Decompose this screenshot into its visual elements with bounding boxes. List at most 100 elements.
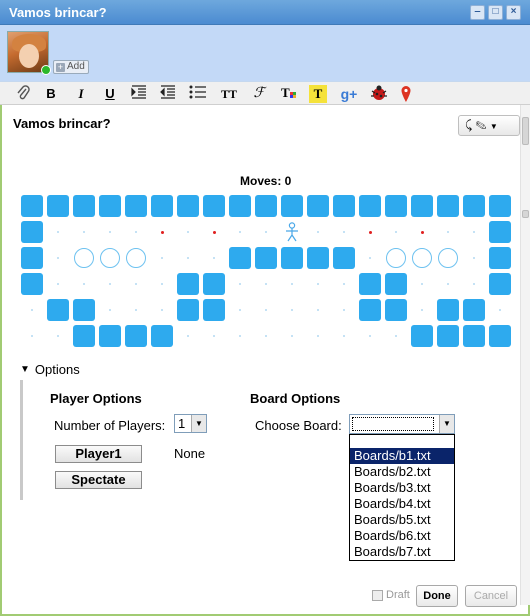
board-cell-wall bbox=[359, 299, 381, 321]
board-cell-wall bbox=[47, 195, 69, 217]
board-cell-empty bbox=[47, 273, 69, 295]
board-cell-empty bbox=[203, 247, 225, 269]
player1-button[interactable]: Player1 bbox=[55, 445, 142, 463]
triangle-down-icon: ▼ bbox=[20, 364, 30, 375]
board-options-title: Board Options bbox=[250, 391, 341, 406]
window-title: Vamos brincar? bbox=[9, 5, 107, 20]
font-icon[interactable]: ℱ bbox=[249, 85, 269, 103]
google-plus-icon[interactable]: g+ bbox=[339, 85, 359, 103]
board-cell-empty bbox=[203, 325, 225, 347]
outdent-icon[interactable] bbox=[158, 85, 178, 103]
board-cell-wall bbox=[73, 195, 95, 217]
board-cell-empty bbox=[281, 273, 303, 295]
board-cell-wall bbox=[99, 325, 121, 347]
board-cell-wall bbox=[151, 195, 173, 217]
chevron-down-icon[interactable]: ▼ bbox=[191, 415, 206, 432]
maximize-icon[interactable]: □ bbox=[488, 5, 503, 20]
attach-icon[interactable] bbox=[13, 85, 33, 103]
add-participant-button[interactable]: + Add bbox=[53, 60, 89, 74]
board-cell-wall bbox=[73, 325, 95, 347]
board-cell-wall bbox=[125, 325, 147, 347]
board-cell-empty bbox=[359, 325, 381, 347]
board-cell-wall bbox=[21, 247, 43, 269]
draft-checkbox[interactable] bbox=[372, 589, 383, 601]
spectate-button[interactable]: Spectate bbox=[55, 471, 142, 489]
player-options-title: Player Options bbox=[50, 391, 142, 406]
board-cell-wall bbox=[307, 247, 329, 269]
board-cell-ring bbox=[437, 247, 459, 269]
bullet-list-icon[interactable] bbox=[188, 85, 208, 103]
board-cell-wall bbox=[385, 299, 407, 321]
board-cell-empty bbox=[307, 221, 329, 243]
board-option[interactable]: Boards/b2.txt bbox=[350, 464, 454, 480]
board-cell-empty bbox=[255, 325, 277, 347]
underline-icon[interactable]: U bbox=[100, 85, 120, 103]
draft-toggle[interactable]: Draft bbox=[372, 589, 410, 601]
board-cell-wall bbox=[255, 247, 277, 269]
board-cell-empty bbox=[255, 221, 277, 243]
bug-icon[interactable] bbox=[369, 85, 389, 103]
board-cell-wall bbox=[359, 273, 381, 295]
board-cell-empty bbox=[307, 273, 329, 295]
board-cell-empty bbox=[73, 273, 95, 295]
svg-text:T: T bbox=[281, 85, 290, 100]
reply-icon: ⤹ bbox=[465, 118, 473, 132]
board-cell-empty bbox=[437, 273, 459, 295]
indent-icon[interactable] bbox=[129, 85, 149, 103]
player-figure-icon bbox=[281, 221, 303, 243]
text-size-icon[interactable]: TT bbox=[219, 85, 239, 103]
close-icon[interactable]: × bbox=[506, 5, 521, 20]
board-cell-empty bbox=[463, 273, 485, 295]
scrollbar-marker[interactable] bbox=[522, 210, 529, 218]
board-cell-empty bbox=[333, 299, 355, 321]
chevron-down-icon: ▼ bbox=[489, 122, 498, 131]
chevron-down-icon[interactable]: ▼ bbox=[439, 415, 454, 433]
board-cell-ring bbox=[411, 247, 433, 269]
board-cell-empty bbox=[229, 299, 251, 321]
board-select[interactable]: ▼ bbox=[349, 414, 455, 434]
scrollbar[interactable] bbox=[520, 105, 530, 605]
board-cell-wall bbox=[47, 299, 69, 321]
board-cell-empty bbox=[177, 221, 199, 243]
scrollbar-thumb[interactable] bbox=[522, 117, 529, 145]
bold-icon[interactable]: B bbox=[41, 85, 61, 103]
board-cell-empty bbox=[281, 325, 303, 347]
highlight-icon[interactable]: T bbox=[309, 85, 327, 103]
board-cell-wall bbox=[151, 325, 173, 347]
options-toggle[interactable]: ▼ Options bbox=[20, 362, 80, 377]
formatting-toolbar: B I U TT ℱ T T g+ bbox=[0, 81, 530, 105]
board-cell-empty bbox=[151, 273, 173, 295]
board-option[interactable]: Boards/b6.txt bbox=[350, 528, 454, 544]
cancel-button[interactable]: Cancel bbox=[465, 585, 517, 607]
draft-label: Draft bbox=[386, 589, 410, 601]
board-cell-wall bbox=[385, 273, 407, 295]
minimize-icon[interactable]: ‒ bbox=[470, 5, 485, 20]
board-cell-empty bbox=[411, 299, 433, 321]
board-cell-empty bbox=[359, 247, 381, 269]
board-cell-wall bbox=[333, 195, 355, 217]
board-cell-empty bbox=[229, 273, 251, 295]
italic-icon[interactable]: I bbox=[71, 85, 91, 103]
board-cell-wall bbox=[177, 195, 199, 217]
board-cell-empty bbox=[21, 325, 43, 347]
done-button[interactable]: Done bbox=[416, 585, 458, 607]
num-players-select[interactable]: 1 ▼ bbox=[174, 414, 207, 433]
map-pin-icon[interactable] bbox=[396, 85, 416, 103]
game-board[interactable] bbox=[21, 195, 514, 355]
board-cell-empty bbox=[229, 325, 251, 347]
board-option[interactable]: Boards/b5.txt bbox=[350, 512, 454, 528]
board-cell-empty bbox=[385, 221, 407, 243]
board-cell-empty bbox=[333, 273, 355, 295]
reply-edit-button[interactable]: ⤹ ✎ ▼ bbox=[458, 115, 520, 136]
board-cell-target bbox=[151, 221, 173, 243]
text-color-icon[interactable]: T bbox=[279, 85, 299, 103]
board-option[interactable]: Boards/b3.txt bbox=[350, 480, 454, 496]
board-cell-empty bbox=[99, 273, 121, 295]
board-option[interactable]: Boards/b4.txt bbox=[350, 496, 454, 512]
board-dropdown-list[interactable]: Boards/b1.txt Boards/b2.txt Boards/b3.txt B… bbox=[349, 434, 455, 561]
board-cell-empty bbox=[99, 299, 121, 321]
board-option[interactable]: Boards/b1.txt bbox=[350, 448, 454, 464]
board-option[interactable]: Boards/b7.txt bbox=[350, 544, 454, 560]
board-cell-wall bbox=[463, 299, 485, 321]
board-cell-wall bbox=[21, 273, 43, 295]
